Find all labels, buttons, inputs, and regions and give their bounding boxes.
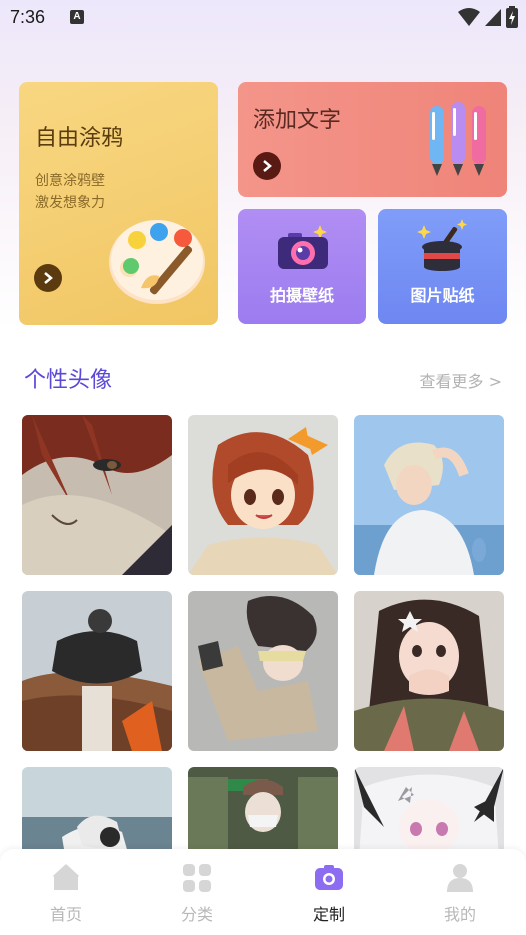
nav-mine[interactable]: 我的 (420, 863, 500, 925)
nav-category[interactable]: 分类 (157, 863, 237, 925)
home-icon (52, 864, 80, 890)
markers-icon (430, 102, 486, 176)
photo-wallpaper-card[interactable]: 拍摄壁纸 (238, 209, 366, 324)
photo-wallpaper-label: 拍摄壁纸 (269, 286, 334, 305)
graffiti-card[interactable]: 自由涂鸦 创意涂鸦壁 激发想象力 (19, 82, 218, 325)
avatar-thumbnail[interactable] (354, 591, 504, 751)
accessibility-icon: A (70, 10, 84, 24)
magic-hat-icon (417, 219, 467, 271)
avatar-thumbnail[interactable] (22, 415, 172, 575)
graffiti-title: 自由涂鸦 (35, 126, 124, 151)
user-icon (447, 864, 473, 892)
camera-icon (315, 865, 343, 890)
add-text-title: 添加文字 (253, 108, 342, 133)
image-sticker-label: 图片贴纸 (410, 286, 475, 305)
nav-custom-label: 定制 (312, 905, 345, 924)
camera-icon (278, 225, 328, 269)
chevron-right-icon (263, 160, 272, 172)
status-icons (458, 6, 518, 28)
nav-home[interactable]: 首页 (26, 863, 106, 925)
grid-icon (183, 864, 211, 892)
avatar-thumbnail[interactable] (188, 591, 338, 751)
avatar-thumbnail[interactable] (22, 591, 172, 751)
add-text-arrow-button[interactable] (253, 152, 281, 180)
graffiti-desc-line2: 激发想象力 (35, 195, 105, 211)
graffiti-desc-line1: 创意涂鸦壁 (35, 173, 105, 189)
wifi-icon (458, 8, 480, 26)
bottom-nav: 首页 分类 定制 我的 (0, 849, 526, 935)
avatar-thumbnail[interactable] (354, 415, 504, 575)
nav-category-label: 分类 (180, 905, 213, 924)
nav-home-label: 首页 (49, 905, 82, 924)
nav-mine-label: 我的 (443, 905, 476, 924)
avatar-section-title: 个性头像 (24, 368, 113, 393)
status-time: 7:36 (10, 7, 46, 27)
image-sticker-card[interactable]: 图片贴纸 (378, 209, 507, 324)
status-bar: 7:36 A (0, 0, 526, 36)
graffiti-description: 创意涂鸦壁 激发想象力 (35, 170, 105, 214)
chevron-right-icon (44, 272, 53, 284)
add-text-card[interactable]: 添加文字 (238, 82, 507, 197)
avatar-thumbnail[interactable] (188, 415, 338, 575)
view-more-link[interactable]: 查看更多 > (420, 368, 503, 392)
nav-custom[interactable]: 定制 (289, 863, 369, 925)
palette-icon (109, 220, 205, 304)
battery-icon (506, 6, 518, 28)
signal-icon (485, 9, 501, 26)
graffiti-arrow-button[interactable] (34, 264, 62, 292)
